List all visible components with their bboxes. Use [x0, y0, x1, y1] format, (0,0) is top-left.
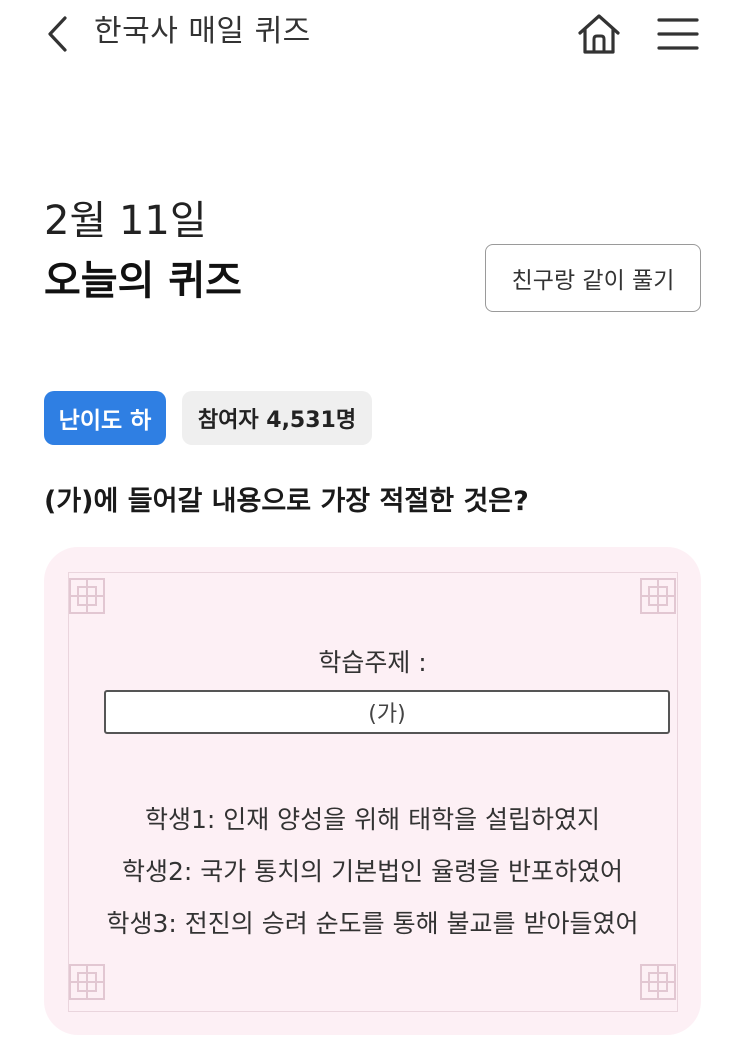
top-bar: 한국사 매일 퀴즈 [0, 0, 743, 70]
page-title: 오늘의 퀴즈 [44, 258, 242, 304]
back-button[interactable] [38, 12, 78, 56]
student-statement-3: 학생3: 전진의 승려 순도를 통해 불교를 받아들였어 [106, 909, 639, 938]
student-statement-1: 학생1: 인재 양성을 위해 태학을 설립하였지 [144, 805, 601, 834]
quiz-date: 2월 11일 [44, 198, 207, 244]
home-button[interactable] [573, 10, 625, 58]
home-icon [578, 14, 620, 54]
quiz-page: 한국사 매일 퀴즈 2월 11일 오늘의 퀴즈 친구랑 같이 풀기 난이도 하 … [0, 0, 743, 1051]
student-statements: 학생1: 인재 양성을 위해 태학을 설립하였지 학생2: 국가 통치의 기본법… [44, 794, 701, 950]
student-statement-2: 학생2: 국가 통치의 기본법인 율령을 반포하였어 [121, 857, 624, 886]
corner-ornament-icon [640, 578, 676, 614]
solve-with-friend-button[interactable]: 친구랑 같이 풀기 [485, 244, 701, 312]
corner-ornament-icon [640, 964, 676, 1000]
corner-ornament-icon [69, 964, 105, 1000]
chevron-left-icon [48, 16, 67, 52]
participants-badge: 참여자 4,531명 [182, 391, 372, 445]
menu-button[interactable] [652, 10, 704, 58]
difficulty-badge: 난이도 하 [44, 391, 166, 445]
question-card: 학습주제 : (가) 학생1: 인재 양성을 위해 태학을 설립하였지 학생2:… [44, 547, 701, 1035]
app-title: 한국사 매일 퀴즈 [94, 14, 311, 49]
question-text: (가)에 들어갈 내용으로 가장 적절한 것은? [44, 486, 529, 517]
hamburger-menu-icon [657, 18, 699, 50]
corner-ornament-icon [69, 578, 105, 614]
answer-blank-box: (가) [104, 690, 670, 734]
topic-label: 학습주제 : [318, 648, 427, 677]
